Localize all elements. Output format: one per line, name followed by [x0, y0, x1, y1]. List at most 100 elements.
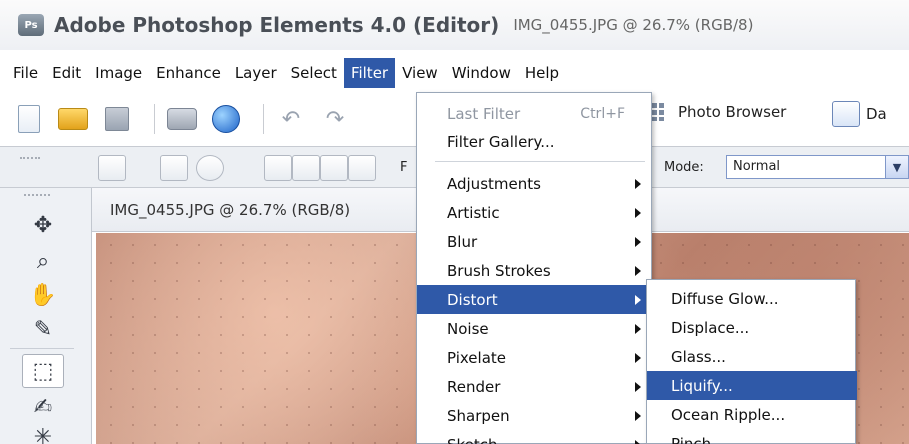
- submenu-arrow-icon: [635, 352, 641, 363]
- menu-item-label: Blur: [447, 232, 478, 251]
- feather-label: F: [400, 160, 408, 175]
- menu-item-label: Distort: [447, 290, 498, 309]
- open-file-button[interactable]: [56, 102, 90, 136]
- document-tab-title: IMG_0455.JPG @ 26.7% (RGB/8): [110, 200, 351, 219]
- menu-item-noise[interactable]: Noise: [417, 314, 653, 343]
- date-view-button[interactable]: Da: [832, 101, 887, 127]
- mode-label: Mode:: [664, 160, 704, 175]
- photo-browser-button[interactable]: Photo Browser: [652, 103, 786, 121]
- submenu-item-diffuse-glow[interactable]: Diffuse Glow...: [647, 284, 857, 313]
- menu-item-pixelate[interactable]: Pixelate: [417, 343, 653, 372]
- save-button[interactable]: [100, 102, 134, 136]
- redo-button[interactable]: ↷: [318, 102, 352, 136]
- redo-icon: ↷: [325, 106, 345, 132]
- marquee-option-button[interactable]: [98, 155, 126, 181]
- submenu-arrow-icon: [635, 381, 641, 392]
- menu-item-distort[interactable]: Distort: [417, 285, 653, 314]
- last-filter-shortcut: Ctrl+F: [580, 105, 625, 122]
- printer-icon: [167, 108, 197, 130]
- menu-item-label: Sketch: [447, 436, 498, 444]
- add-selection-button[interactable]: [292, 155, 320, 181]
- intersect-selection-button[interactable]: [348, 155, 376, 181]
- rect-marquee-button[interactable]: [160, 155, 188, 181]
- submenu-arrow-icon: [635, 439, 641, 444]
- new-file-icon: [18, 105, 40, 133]
- menu-item-label: Sharpen: [447, 406, 510, 425]
- photo-browser-label: Photo Browser: [678, 103, 787, 121]
- submenu-arrow-icon: [635, 236, 641, 247]
- menu-help[interactable]: Help: [518, 58, 566, 88]
- new-file-button[interactable]: [12, 102, 46, 136]
- new-selection-button[interactable]: [264, 155, 292, 181]
- submenu-item-glass[interactable]: Glass...: [647, 342, 857, 371]
- title-bar: Ps Adobe Photoshop Elements 4.0 (Editor)…: [0, 0, 909, 50]
- submenu-arrow-icon: [635, 323, 641, 334]
- menu-separator: [435, 161, 645, 162]
- mode-select[interactable]: Normal: [726, 155, 896, 179]
- options-grip: [20, 157, 40, 161]
- folder-icon: [58, 108, 88, 130]
- menu-file[interactable]: File: [6, 58, 45, 88]
- lasso-tool-icon[interactable]: ✍: [22, 390, 64, 424]
- print-button[interactable]: [165, 102, 199, 136]
- menu-item-label: Render: [447, 377, 501, 396]
- menu-item-label: Pixelate: [447, 348, 506, 367]
- subtract-selection-button[interactable]: [320, 155, 348, 181]
- submenu-item-pinch[interactable]: Pinch...: [647, 429, 857, 444]
- menu-item-sketch[interactable]: Sketch: [417, 430, 653, 444]
- hand-tool-icon[interactable]: ✋: [22, 278, 64, 312]
- toolbox: ✥ ⌕ ✋ ✎ ⬚ ✍ ✳: [0, 188, 92, 444]
- submenu-arrow-icon: [635, 410, 641, 421]
- menu-item-last-filter[interactable]: Last Filter Ctrl+F: [417, 99, 653, 128]
- menu-filter[interactable]: Filter: [343, 58, 396, 88]
- menu-item-sharpen[interactable]: Sharpen: [417, 401, 653, 430]
- menu-item-adjustments[interactable]: Adjustments: [417, 169, 653, 198]
- undo-icon: ↶: [281, 106, 301, 132]
- app-icon: Ps: [18, 14, 44, 36]
- filter-gallery-label: Filter Gallery...: [447, 132, 555, 151]
- menu-item-label: Artistic: [447, 203, 500, 222]
- marquee-tool-icon[interactable]: ⬚: [22, 354, 64, 388]
- menu-layer[interactable]: Layer: [228, 58, 284, 88]
- zoom-tool-icon[interactable]: ⌕: [22, 244, 64, 278]
- menu-item-render[interactable]: Render: [417, 372, 653, 401]
- menu-window[interactable]: Window: [445, 58, 518, 88]
- submenu-item-liquify[interactable]: Liquify...: [647, 371, 857, 400]
- filter-menu-dropdown: Last Filter Ctrl+F Filter Gallery... Adj…: [416, 92, 653, 444]
- menu-item-label: Brush Strokes: [447, 261, 551, 280]
- share-button[interactable]: [209, 102, 243, 136]
- chevron-down-icon[interactable]: ▼: [885, 155, 909, 179]
- save-icon: [105, 107, 129, 131]
- menu-item-artistic[interactable]: Artistic: [417, 198, 653, 227]
- toolbar-divider: [154, 104, 155, 134]
- toolbar-divider: [263, 104, 264, 134]
- last-filter-label: Last Filter: [447, 104, 521, 123]
- submenu-item-ocean-ripple[interactable]: Ocean Ripple...: [647, 400, 857, 429]
- menu-item-label: Adjustments: [447, 174, 541, 193]
- toolbox-grip: [24, 194, 50, 196]
- submenu-arrow-icon: [635, 294, 641, 305]
- menu-view[interactable]: View: [395, 58, 445, 88]
- submenu-item-displace[interactable]: Displace...: [647, 313, 857, 342]
- magic-wand-tool-icon[interactable]: ✳: [22, 420, 64, 444]
- document-title: IMG_0455.JPG @ 26.7% (RGB/8): [513, 16, 754, 34]
- menu-image[interactable]: Image: [88, 58, 149, 88]
- toolbox-divider: [10, 348, 74, 349]
- ellipse-marquee-button[interactable]: [196, 155, 224, 181]
- menu-select[interactable]: Select: [284, 58, 344, 88]
- menu-item-filter-gallery[interactable]: Filter Gallery...: [417, 127, 653, 156]
- date-view-label: Da: [866, 105, 887, 123]
- menu-edit[interactable]: Edit: [45, 58, 88, 88]
- menu-enhance[interactable]: Enhance: [149, 58, 228, 88]
- submenu-arrow-icon: [635, 207, 641, 218]
- grid-icon: [652, 103, 670, 121]
- undo-button[interactable]: ↶: [274, 102, 308, 136]
- submenu-arrow-icon: [635, 178, 641, 189]
- submenu-arrow-icon: [635, 265, 641, 276]
- menu-bar: File Edit Image Enhance Layer Select Fil…: [0, 54, 909, 92]
- distort-submenu: Diffuse Glow... Displace... Glass... Liq…: [646, 279, 857, 444]
- menu-item-brush-strokes[interactable]: Brush Strokes: [417, 256, 653, 285]
- menu-item-blur[interactable]: Blur: [417, 227, 653, 256]
- eyedropper-tool-icon[interactable]: ✎: [22, 312, 64, 346]
- move-tool-icon[interactable]: ✥: [22, 208, 64, 242]
